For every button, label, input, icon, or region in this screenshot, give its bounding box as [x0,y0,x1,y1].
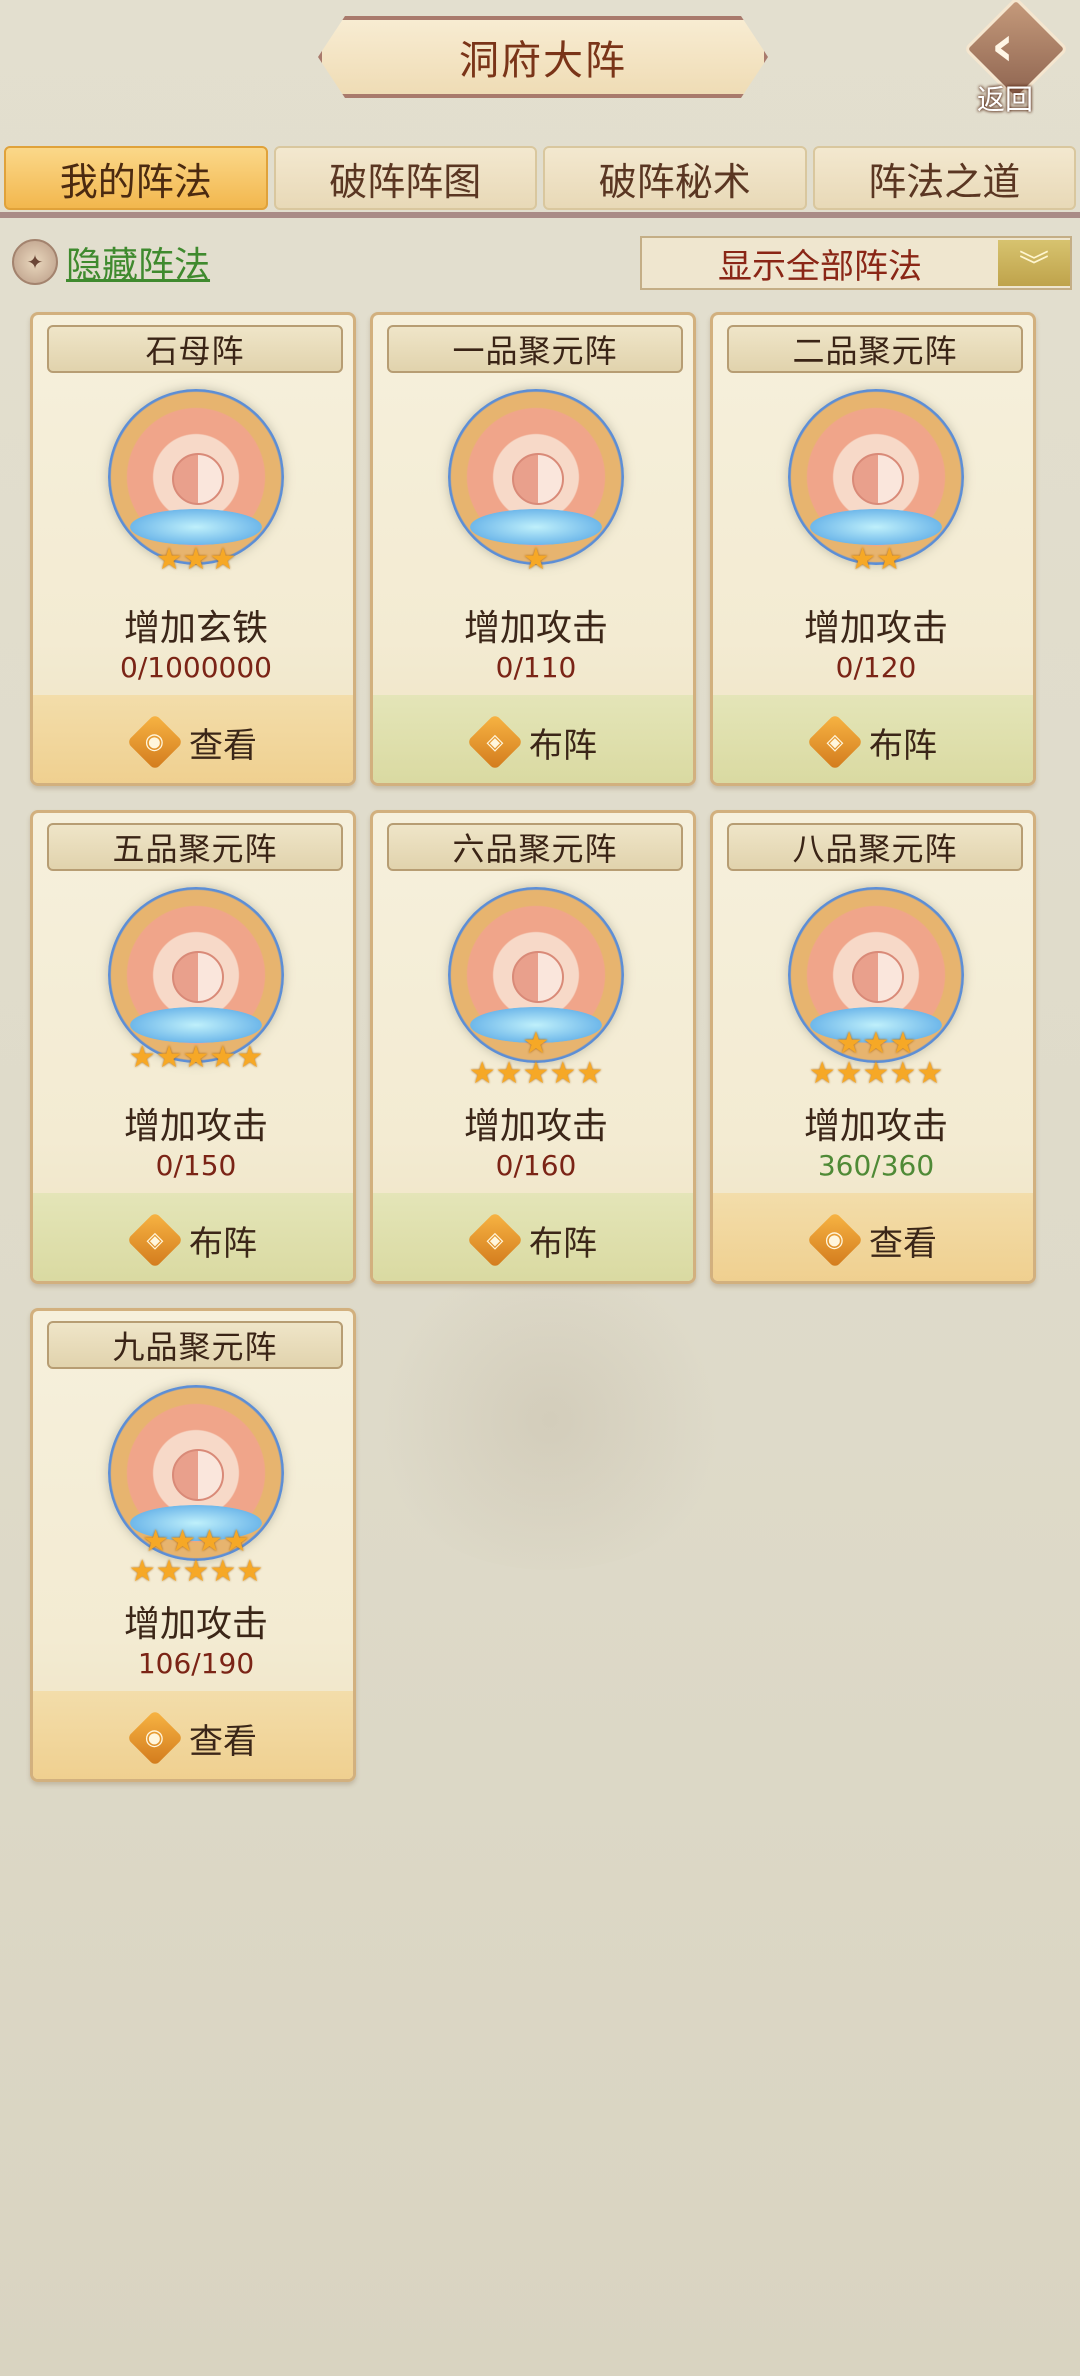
yin-yang-icon [512,951,564,1003]
page-title: 洞府大阵 [459,38,627,84]
back-label: 返回 [977,83,1034,116]
formation-name-bar: 六品聚元阵 [387,823,683,871]
formation-progress: 0/110 [495,651,577,684]
formation-emblem-icon [788,389,964,565]
wave-ornament-icon [470,509,602,545]
chevron-down-icon[interactable]: ︾ [998,240,1070,286]
tab-my-formations[interactable]: 我的阵法 [4,146,268,210]
formation-progress: 0/150 [155,1149,237,1182]
formation-name-bar: 一品聚元阵 [387,325,683,373]
star-rating: ★★ [849,542,903,577]
formation-effect: 增加攻击 [803,1106,948,1147]
formation-emblem-icon [448,389,624,565]
formation-name: 五品聚元阵 [112,830,278,868]
tab-break-techniques[interactable]: 破阵秘术 [543,146,807,210]
yin-yang-icon [172,1449,224,1501]
filter-select-value: 显示全部阵法 [718,246,922,287]
view-button[interactable]: ◉ 查看 [33,695,353,783]
formation-progress: 106/190 [137,1647,255,1680]
formation-effect: 增加攻击 [123,1604,268,1645]
formation-icon: ◈ [126,1211,184,1269]
formation-emblem-icon [108,389,284,565]
tab-break-maps[interactable]: 破阵阵图 [273,146,537,210]
action-label: 布阵 [189,1223,257,1264]
magnifier-icon: ◉ [126,1709,184,1767]
formation-name-bar: 石母阵 [47,325,343,373]
formation-progress: 360/360 [817,1149,935,1182]
wave-ornament-icon [130,1007,262,1043]
formation-icon: ◈ [466,713,524,771]
yin-yang-icon [852,453,904,505]
view-button[interactable]: ◉ 查看 [713,1193,1033,1281]
star-rating: ★★★ [155,542,237,577]
formation-name: 九品聚元阵 [112,1328,278,1366]
formation-effect: 增加玄铁 [123,608,268,649]
scroll-icon: ✦ [12,239,58,285]
magnifier-icon: ◉ [126,713,184,771]
hide-formations-toggle[interactable]: ✦ 隐藏阵法 [12,236,210,288]
formation-name-bar: 五品聚元阵 [47,823,343,871]
formation-card[interactable]: 石母阵 ★★★ 增加玄铁 0/1000000 ◉ 查看 [30,312,356,786]
formation-icon: ◈ [806,713,864,771]
formation-card[interactable]: 九品聚元阵 ★★★★ ★★★★★ 增加攻击 106/190 ◉ 查看 [30,1308,356,1782]
action-label: 布阵 [869,725,937,766]
hide-formations-link[interactable]: 隐藏阵法 [66,236,210,288]
deploy-button[interactable]: ◈ 布阵 [33,1193,353,1281]
yin-yang-icon [172,951,224,1003]
action-label: 查看 [869,1223,937,1264]
formation-name: 一品聚元阵 [452,332,618,370]
formation-name: 六品聚元阵 [452,830,618,868]
yin-yang-icon [852,951,904,1003]
formation-filter-select[interactable]: 显示全部阵法 ︾ [640,236,1072,290]
star-rating: ★ [522,542,550,577]
taiji-watermark [360,1270,740,1570]
formation-name-bar: 八品聚元阵 [727,823,1023,871]
deploy-button[interactable]: ◈ 布阵 [373,695,693,783]
page-title-plaque: 洞府大阵 [318,16,768,98]
formation-progress: 0/1000000 [120,651,272,684]
formation-emblem-icon [108,887,284,1063]
star-rating: ★★★★ ★★★★★ [128,1524,264,1589]
action-label: 查看 [189,725,257,766]
view-button[interactable]: ◉ 查看 [33,1691,353,1779]
deploy-button[interactable]: ◈ 布阵 [713,695,1033,783]
yin-yang-icon [172,453,224,505]
formation-name-bar: 九品聚元阵 [47,1321,343,1369]
formation-card[interactable]: 八品聚元阵 ★★★ ★★★★★ 增加攻击 360/360 ◉ 查看 [710,810,1036,1284]
action-label: 布阵 [529,725,597,766]
deploy-button[interactable]: ◈ 布阵 [373,1193,693,1281]
formation-icon: ◈ [466,1211,524,1269]
tab-bar: 我的阵法 破阵阵图 破阵秘术 阵法之道 [4,146,1076,210]
formation-name: 二品聚元阵 [792,332,958,370]
star-rating: ★★★★★ [128,1040,264,1075]
tab-formation-way[interactable]: 阵法之道 [812,146,1076,210]
action-label: 布阵 [529,1223,597,1264]
tab-divider [0,212,1080,218]
action-label: 查看 [189,1721,257,1762]
back-button[interactable]: ‹ 返回 [963,0,1069,116]
formation-name: 八品聚元阵 [792,830,958,868]
wave-ornament-icon [810,509,942,545]
formation-card[interactable]: 一品聚元阵 ★ 增加攻击 0/110 ◈ 布阵 [370,312,696,786]
formation-card[interactable]: 六品聚元阵 ★ ★★★★★ 增加攻击 0/160 ◈ 布阵 [370,810,696,1284]
formation-progress: 0/160 [495,1149,577,1182]
formation-card[interactable]: 五品聚元阵 ★★★★★ 增加攻击 0/150 ◈ 布阵 [30,810,356,1284]
formation-name-bar: 二品聚元阵 [727,325,1023,373]
formation-effect: 增加攻击 [123,1106,268,1147]
formation-effect: 增加攻击 [803,608,948,649]
formation-effect: 增加攻击 [463,1106,608,1147]
formation-card[interactable]: 二品聚元阵 ★★ 增加攻击 0/120 ◈ 布阵 [710,312,1036,786]
formation-effect: 增加攻击 [463,608,608,649]
wave-ornament-icon [130,509,262,545]
formation-progress: 0/120 [835,651,917,684]
magnifier-icon: ◉ [806,1211,864,1269]
yin-yang-icon [512,453,564,505]
star-rating: ★★★ ★★★★★ [808,1026,944,1091]
formation-name: 石母阵 [145,332,245,370]
star-rating: ★ ★★★★★ [468,1026,604,1091]
